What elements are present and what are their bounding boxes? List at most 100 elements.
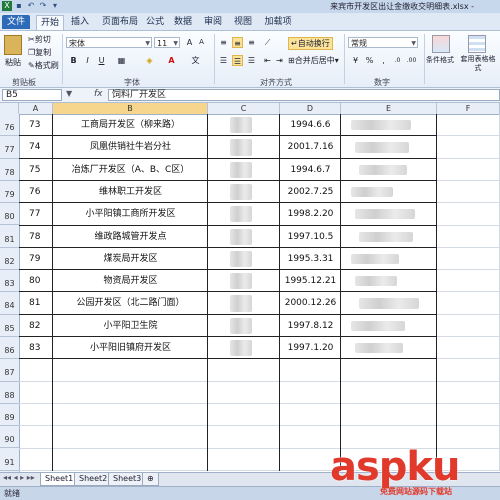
row-header[interactable]: 88 (0, 382, 19, 404)
tab-home[interactable]: 开始 (36, 15, 64, 30)
cell-index[interactable] (29, 449, 53, 471)
select-all-corner[interactable] (0, 103, 19, 114)
cell-name[interactable]: 冶炼厂开发区（A、B、C区） (53, 159, 208, 181)
row-header[interactable]: 85 (0, 315, 19, 337)
cell-name[interactable]: 公园开发区（北二路门面） (53, 292, 208, 314)
cell-name[interactable]: 小平阳旧镇府开发区 (53, 337, 208, 359)
row-header[interactable]: 80 (0, 203, 19, 226)
sheet-tab-1[interactable]: Sheet1 (40, 473, 79, 486)
row-header[interactable]: 87 (0, 359, 19, 382)
decrease-decimal-icon[interactable]: .00 (406, 55, 417, 66)
undo-icon[interactable]: ↶ (26, 1, 36, 11)
cell-name[interactable] (53, 426, 208, 448)
cell-index[interactable]: 73 (29, 114, 53, 136)
row-header[interactable]: 83 (0, 270, 19, 293)
formula-input[interactable]: 饲料厂开发区 (108, 89, 500, 101)
tab-view[interactable]: 视图 (232, 15, 254, 29)
align-middle-icon[interactable]: ≡ (232, 37, 243, 48)
cell-date[interactable]: 1997.8.12 (280, 315, 341, 337)
cell-date[interactable]: 1994.6.7 (280, 159, 341, 181)
tab-addins[interactable]: 加载项 (262, 15, 294, 29)
cell-index[interactable]: 76 (29, 181, 53, 203)
copy-button[interactable]: ❐复制 (28, 47, 51, 58)
grow-font-icon[interactable]: A (184, 37, 195, 48)
font-color-icon[interactable]: A (166, 55, 177, 66)
cell-name[interactable]: 煤炭局开发区 (53, 248, 208, 270)
cell-date[interactable]: 1998.2.20 (280, 203, 341, 225)
customize-qat-icon[interactable]: ▾ (50, 1, 60, 11)
row-header[interactable]: 79 (0, 181, 19, 204)
column-header-d[interactable]: D (280, 103, 341, 114)
cell-date[interactable]: 1994.6.6 (280, 114, 341, 136)
wrap-text-button[interactable]: ↵自动换行 (288, 37, 333, 50)
underline-button[interactable]: U (96, 55, 107, 66)
cell-date[interactable]: 1997.10.5 (280, 226, 341, 248)
shrink-font-icon[interactable]: A (196, 37, 207, 48)
cell-index[interactable]: 77 (29, 203, 53, 225)
cell-name[interactable] (53, 449, 208, 471)
font-size-combo[interactable]: 11 ▼ (154, 37, 180, 48)
row-header[interactable]: 78 (0, 159, 19, 181)
tab-file[interactable]: 文件 (2, 15, 30, 29)
name-box-dropdown-icon[interactable]: ▼ (66, 89, 72, 98)
tab-page-layout[interactable]: 页面布局 (100, 15, 140, 29)
tab-data[interactable]: 数据 (172, 15, 194, 29)
cell-index[interactable]: 78 (29, 226, 53, 248)
cell-name[interactable]: 物资局开发区 (53, 270, 208, 292)
row-header[interactable]: 77 (0, 136, 19, 159)
sheet-tab-3[interactable]: Sheet3 (108, 473, 147, 486)
worksheet-grid[interactable]: 73 工商局开发区（柳来路） 1994.6.6 74 凤凰供销社牛岩分社 2001.7.1… (19, 114, 500, 472)
cell-index[interactable] (29, 359, 53, 381)
row-header[interactable]: 91 (0, 449, 19, 471)
cell-index[interactable] (29, 426, 53, 448)
cell-index[interactable]: 79 (29, 248, 53, 270)
column-header-a[interactable]: A (19, 103, 53, 114)
row-header[interactable]: 84 (0, 292, 19, 315)
cut-button[interactable]: ✂剪切 (28, 34, 51, 45)
borders-icon[interactable]: ▦ (116, 55, 127, 66)
column-header-b[interactable]: B (53, 103, 208, 114)
italic-button[interactable]: I (82, 55, 93, 66)
conditional-format-button[interactable]: 条件格式 (426, 55, 454, 66)
row-header[interactable]: 76 (0, 114, 19, 137)
table-format-button[interactable]: 套用表格格式 (458, 55, 498, 73)
paste-button[interactable]: 粘贴 (5, 57, 21, 68)
number-format-combo[interactable]: 常规 ▼ (348, 37, 418, 48)
name-box[interactable]: B5 (2, 89, 62, 101)
tab-insert[interactable]: 插入 (68, 15, 92, 29)
row-header[interactable]: 89 (0, 404, 19, 427)
cell-date[interactable] (280, 382, 341, 404)
column-header-c[interactable]: C (208, 103, 280, 114)
cell-name[interactable] (53, 359, 208, 381)
cell-index[interactable]: 74 (29, 136, 53, 158)
cell-index[interactable] (29, 404, 53, 426)
font-name-combo[interactable]: 宋体 ▼ (66, 37, 152, 48)
cell-index[interactable]: 81 (29, 292, 53, 314)
save-icon[interactable]: ▪ (14, 1, 24, 11)
cell-index[interactable]: 82 (29, 315, 53, 337)
sheet-nav-icon[interactable]: ◂◂ ◂ ▸ ▸▸ (3, 473, 35, 482)
column-header-e[interactable]: E (341, 103, 437, 114)
align-left-icon[interactable]: ☰ (218, 55, 229, 66)
phonetic-icon[interactable]: 文 (190, 55, 201, 66)
cell-date[interactable] (280, 359, 341, 381)
tab-formulas[interactable]: 公式 (144, 15, 166, 29)
cell-name[interactable] (53, 382, 208, 404)
redo-icon[interactable]: ↷ (38, 1, 48, 11)
cell-name[interactable] (53, 404, 208, 426)
bold-button[interactable]: B (68, 55, 79, 66)
cell-date[interactable]: 1997.1.20 (280, 337, 341, 359)
comma-button[interactable]: , (378, 55, 389, 66)
table-format-icon[interactable] (468, 35, 486, 53)
sheet-tab-2[interactable]: Sheet2 (74, 473, 113, 486)
decrease-indent-icon[interactable]: ⇤ (262, 55, 273, 66)
increase-indent-icon[interactable]: ⇥ (274, 55, 285, 66)
align-top-icon[interactable]: ≡ (218, 37, 229, 48)
cell-name[interactable]: 小平阳卫生院 (53, 315, 208, 337)
insert-sheet-icon[interactable]: ⊕ (142, 473, 159, 486)
cell-date[interactable]: 2000.12.26 (280, 292, 341, 314)
cell-date[interactable]: 2001.7.16 (280, 136, 341, 158)
insert-function-button[interactable]: fx (94, 89, 103, 99)
tab-review[interactable]: 审阅 (202, 15, 224, 29)
cell-name[interactable]: 小平阳镇工商所开发区 (53, 203, 208, 225)
